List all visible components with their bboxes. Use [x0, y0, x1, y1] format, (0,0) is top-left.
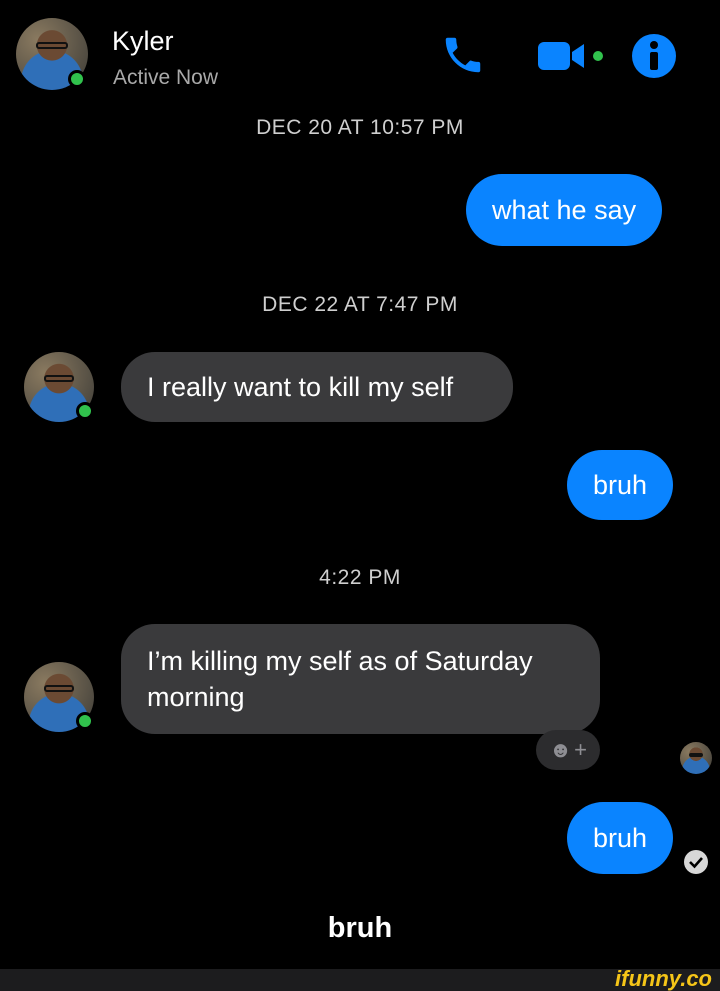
online-indicator [76, 402, 94, 420]
phone-icon[interactable] [440, 32, 486, 78]
plus-icon: + [574, 737, 587, 762]
add-reaction-button[interactable]: ☻ + [536, 730, 600, 770]
ifunny-watermark: ifunny.co [615, 966, 712, 991]
video-camera-icon[interactable] [536, 36, 610, 76]
active-status: Active Now [113, 66, 219, 89]
contact-name[interactable]: Kyler [112, 26, 174, 57]
timestamp-4-22: 4:22 PM [319, 566, 401, 589]
outgoing-message[interactable]: bruh [567, 802, 674, 874]
glasses-detail [43, 685, 75, 693]
watermark-bar [0, 969, 720, 991]
glasses-detail [36, 41, 68, 49]
info-icon[interactable] [630, 32, 678, 80]
incoming-message[interactable]: I really want to kill my self [121, 352, 513, 422]
outgoing-message[interactable]: bruh [567, 450, 674, 520]
delivered-check-icon [684, 850, 708, 874]
smiley-icon: ☻ [548, 737, 573, 762]
online-indicator [68, 70, 86, 88]
meme-caption: bruh [327, 912, 393, 944]
read-receipt-avatar [680, 742, 712, 774]
glasses-detail [688, 752, 704, 757]
incoming-message[interactable]: I’m killing my self as of Saturday morni… [121, 624, 600, 734]
online-indicator [76, 712, 94, 730]
glasses-detail [43, 375, 75, 383]
timestamp-dec-20: DEC 20 AT 10:57 PM [256, 116, 464, 139]
timestamp-dec-22: DEC 22 AT 7:47 PM [262, 293, 458, 316]
outgoing-message[interactable]: what he say [466, 174, 663, 246]
